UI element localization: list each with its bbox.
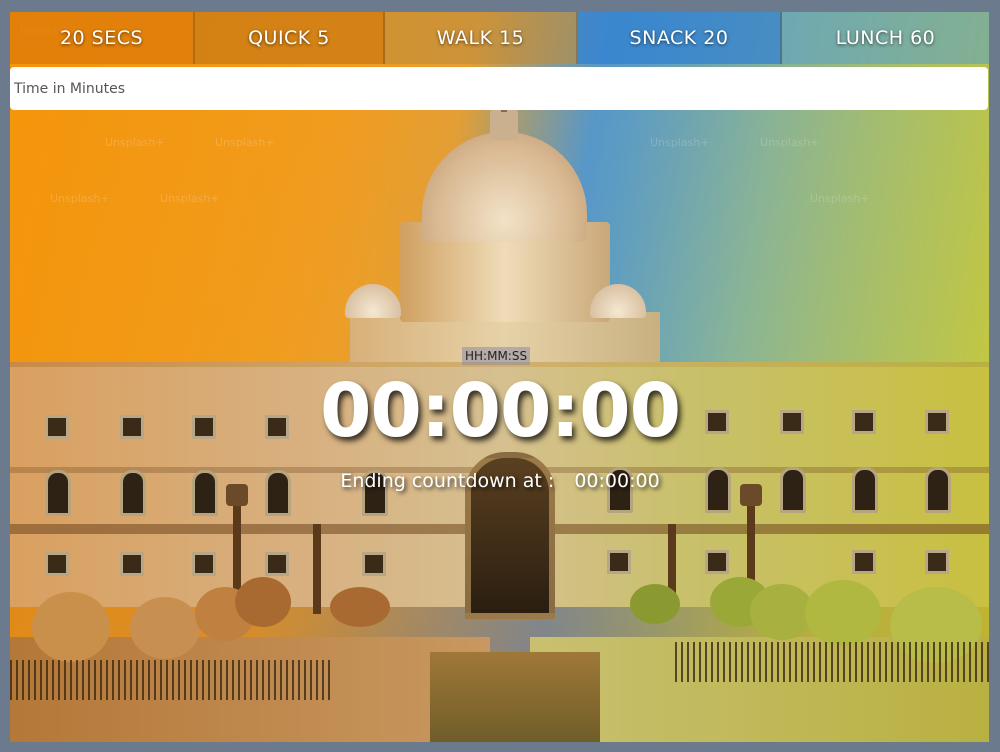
shrub	[805, 580, 881, 646]
watermark: Unsplash+	[810, 192, 870, 205]
window	[265, 552, 289, 576]
watermark: Unsplash+	[760, 136, 820, 149]
lamp-post	[313, 524, 321, 614]
preset-snack-20-button[interactable]: SNACK 20	[578, 12, 782, 64]
shrub	[235, 577, 291, 627]
dome-lantern	[490, 108, 518, 140]
watermark: Unsplash+	[215, 136, 275, 149]
watermark: Unsplash+	[105, 136, 165, 149]
preset-walk-15-button[interactable]: WALK 15	[385, 12, 578, 64]
shrub	[130, 597, 200, 659]
window	[45, 552, 69, 576]
preset-20-secs-button[interactable]: 20 SECS	[10, 12, 195, 64]
window	[925, 550, 949, 574]
right-fence	[675, 642, 989, 682]
preset-quick-5-button[interactable]: QUICK 5	[195, 12, 385, 64]
watermark: Unsplash+	[650, 136, 710, 149]
countdown-display: 00:00:00	[319, 368, 681, 454]
shrub	[330, 587, 390, 627]
watermark: Unsplash+	[160, 192, 220, 205]
shrub	[630, 584, 680, 624]
ending-countdown-label: Ending countdown at :	[340, 470, 555, 492]
window	[120, 552, 144, 576]
ending-countdown-time: 00:00:00	[574, 470, 660, 492]
window	[852, 550, 876, 574]
left-fence	[10, 660, 330, 700]
time-format-label: HH:MM:SS	[462, 347, 531, 365]
window	[607, 550, 631, 574]
reflecting-pool	[430, 652, 600, 742]
preset-bar: 20 SECS QUICK 5 WALK 15 SNACK 20 LUNCH 6…	[10, 12, 989, 64]
window	[705, 550, 729, 574]
shrub	[32, 592, 110, 662]
window	[362, 552, 386, 576]
preset-lunch-60-button[interactable]: LUNCH 60	[782, 12, 989, 64]
ending-countdown-row: Ending countdown at : 00:00:00	[0, 470, 1000, 492]
watermark: Unsplash+	[50, 192, 110, 205]
window	[192, 552, 216, 576]
time-in-minutes-input[interactable]	[10, 67, 988, 110]
